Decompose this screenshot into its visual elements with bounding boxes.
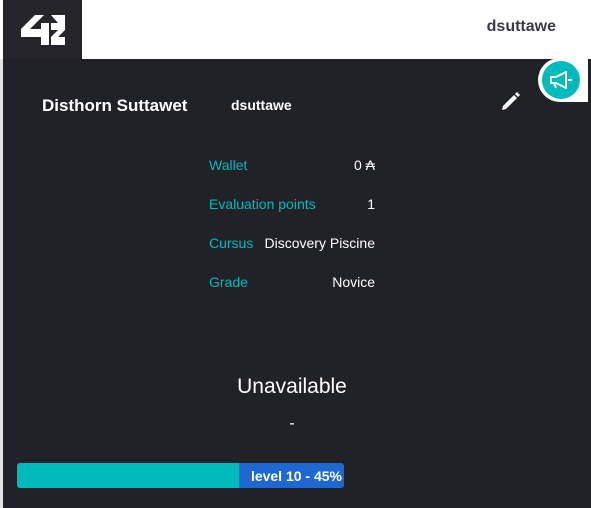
cursus-label: Cursus	[209, 235, 254, 251]
availability-status: Unavailable	[237, 375, 347, 398]
wallet-value: 0 ₳	[353, 157, 375, 173]
grade-value: Novice	[332, 274, 375, 290]
level-progress-bar: level 10 - 45%	[17, 463, 344, 488]
profile-panel: Disthorn Suttawet dsuttawe Wallet 0 ₳ Ev…	[3, 59, 591, 508]
cursus-value[interactable]: Discovery Piscine	[265, 235, 375, 251]
announcement-button[interactable]	[538, 58, 588, 102]
pencil-icon[interactable]	[499, 91, 521, 118]
cursus-row: Cursus Discovery Piscine	[209, 235, 375, 255]
availability-location: -	[289, 415, 295, 432]
evaluation-points-row: Evaluation points 1	[209, 196, 375, 216]
top-bar: dsuttawe	[0, 0, 591, 59]
announcement-circle	[542, 61, 580, 99]
header-username[interactable]: dsuttawe	[487, 18, 556, 36]
wallet-label: Wallet	[209, 157, 248, 173]
logo-42[interactable]	[3, 0, 82, 59]
logo-icon	[20, 14, 65, 45]
full-name: Disthorn Suttawet	[42, 96, 188, 115]
level-text: level 10 - 45%	[250, 467, 342, 484]
evaluation-points-value: 1	[367, 196, 375, 212]
grade-row: Grade Novice	[209, 274, 375, 294]
evaluation-points-label: Evaluation points	[209, 196, 316, 212]
wallet-row: Wallet 0 ₳	[209, 157, 375, 177]
login-name: dsuttawe	[231, 97, 292, 113]
grade-label: Grade	[209, 274, 248, 290]
megaphone-icon	[550, 71, 572, 89]
